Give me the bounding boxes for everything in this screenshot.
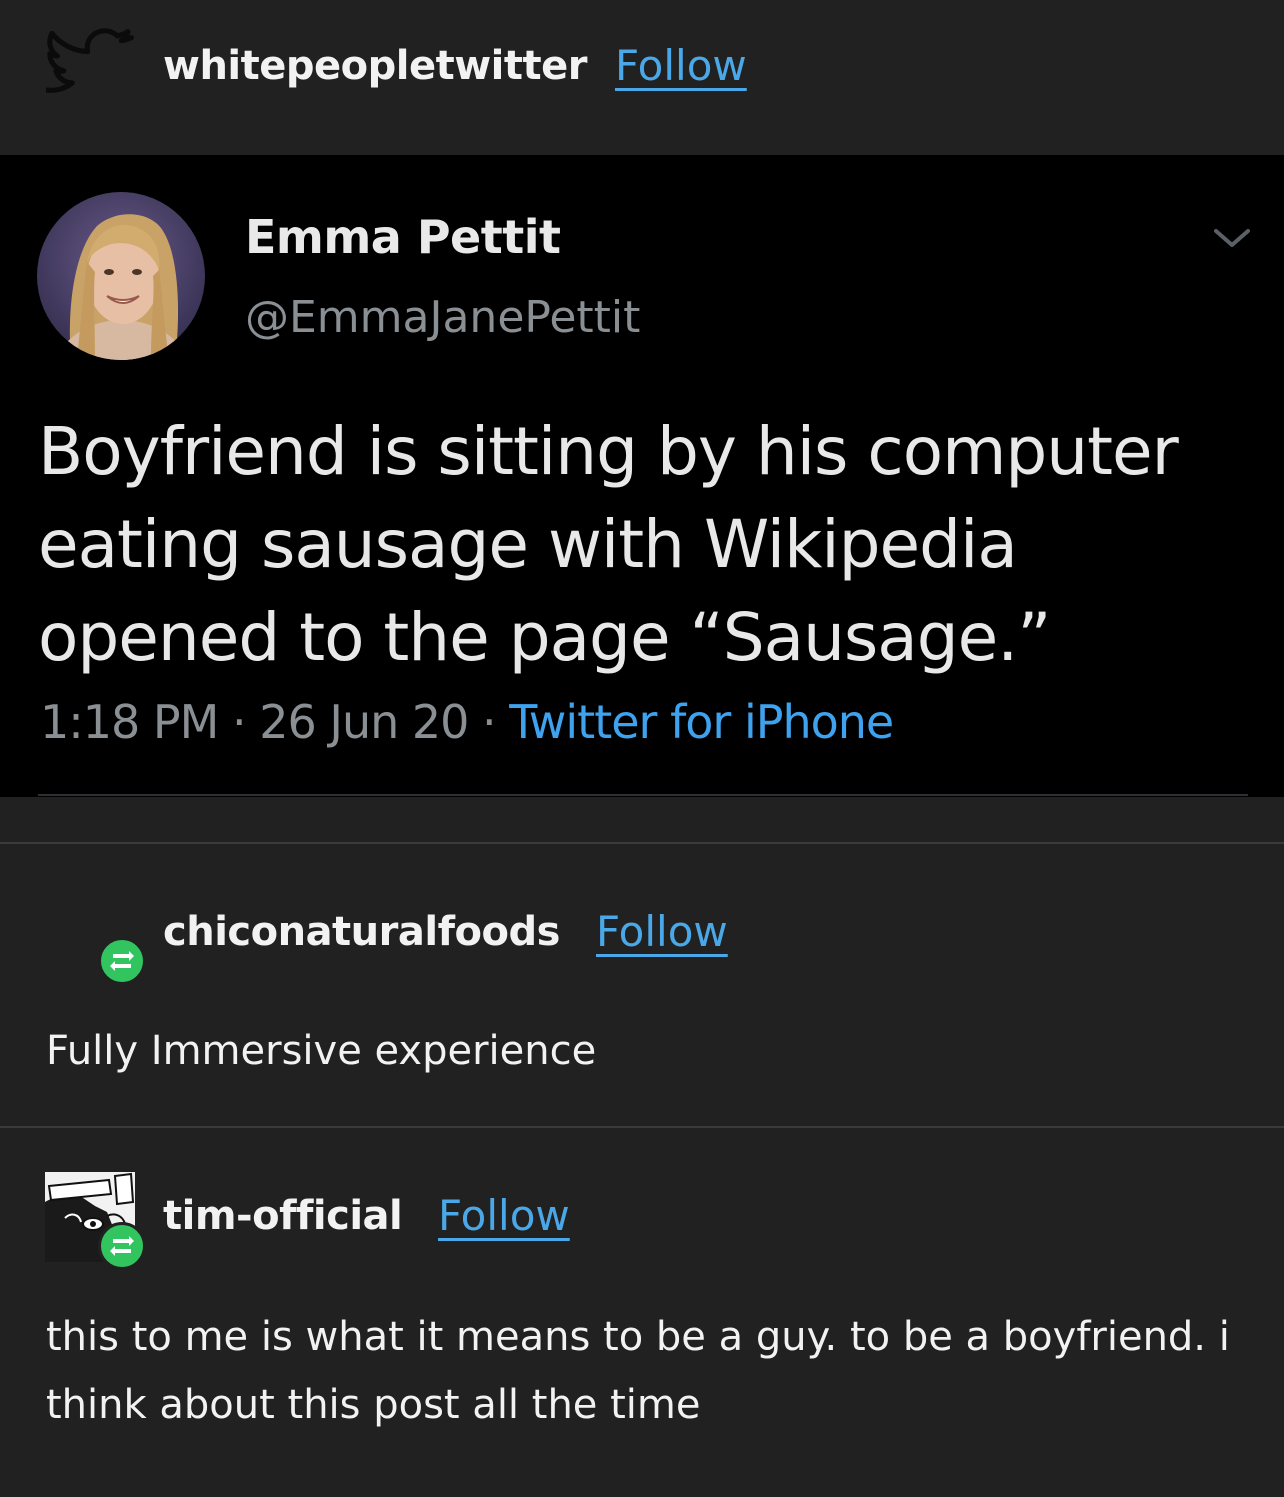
meta-separator: · [231, 695, 247, 749]
divider [0, 1126, 1284, 1128]
tweet-time: 1:18 PM [40, 695, 219, 749]
tweet-text: Boyfriend is sitting by his computer eat… [38, 413, 1179, 676]
meta-separator: · [482, 695, 497, 749]
divider [38, 794, 1248, 796]
reblog-comment: Fully Immersive experience [46, 1028, 597, 1074]
blog-name[interactable]: whitepeopletwitter [163, 38, 588, 94]
tweet-meta: 1:18 PM · 26 Jun 20 · Twitter for iPhone [40, 695, 894, 749]
tweet-author-name: Emma Pettit [245, 210, 561, 264]
follow-button[interactable]: Follow [438, 1188, 570, 1244]
follow-button[interactable]: Follow [596, 904, 728, 960]
twitter-bird-icon [46, 28, 134, 93]
tweet-author-handle: @EmmaJanePettit [245, 292, 641, 343]
tweet-source: Twitter for iPhone [509, 695, 894, 749]
tweet-card: Emma Pettit @EmmaJanePettit Boyfriend is… [0, 155, 1284, 797]
reblog-username[interactable]: chiconaturalfoods [163, 904, 560, 960]
tweet-avatar [37, 192, 205, 360]
divider [0, 842, 1284, 844]
reblog-icon [98, 1222, 146, 1270]
follow-button[interactable]: Follow [615, 38, 747, 94]
tweet-date: 26 Jun 20 [259, 695, 469, 749]
chevron-down-icon [1214, 229, 1250, 247]
reblog-icon [98, 937, 146, 985]
reblog-comment: this to me is what it means to be a guy.… [46, 1314, 1230, 1428]
reblog-username[interactable]: tim-official [163, 1188, 403, 1244]
